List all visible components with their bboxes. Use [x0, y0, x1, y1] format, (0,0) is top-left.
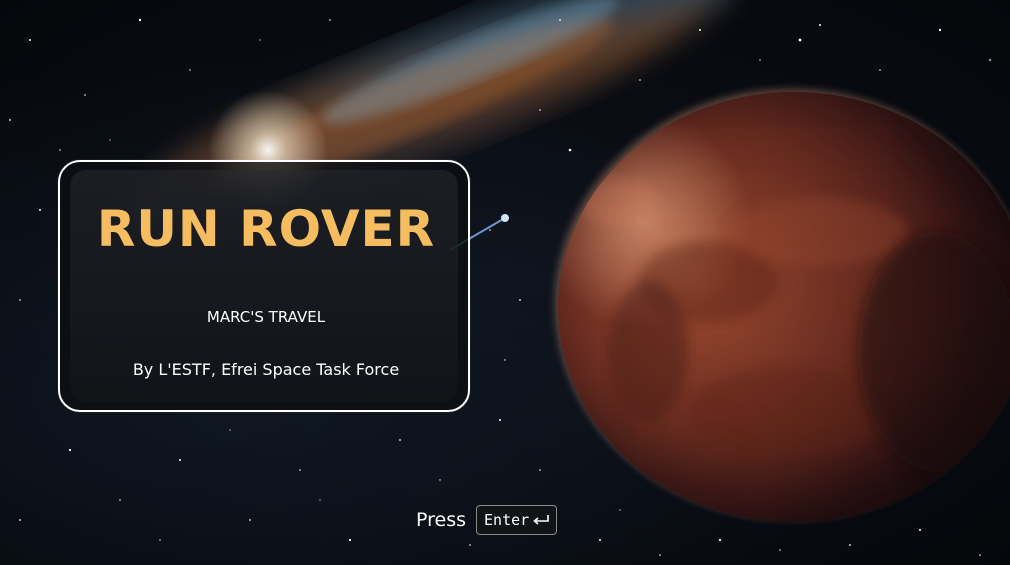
credits-text: By L'ESTF, Efrei Space Task Force — [132, 360, 400, 379]
title-screen[interactable]: RUN ROVER MARC'S TRAVEL By L'ESTF, Efrei… — [0, 0, 1010, 565]
press-enter-prompt: Press Enter — [416, 504, 558, 536]
game-title: RUN ROVER — [96, 200, 436, 258]
press-label: Press — [416, 509, 467, 531]
mars-surface-texture — [578, 177, 1010, 472]
game-subtitle: MARC'S TRAVEL — [206, 308, 326, 326]
return-arrow-icon — [533, 515, 549, 525]
enter-key-label: Enter — [484, 511, 530, 529]
enter-key-button[interactable]: Enter — [476, 505, 558, 535]
title-card: RUN ROVER MARC'S TRAVEL By L'ESTF, Efrei… — [58, 160, 470, 412]
